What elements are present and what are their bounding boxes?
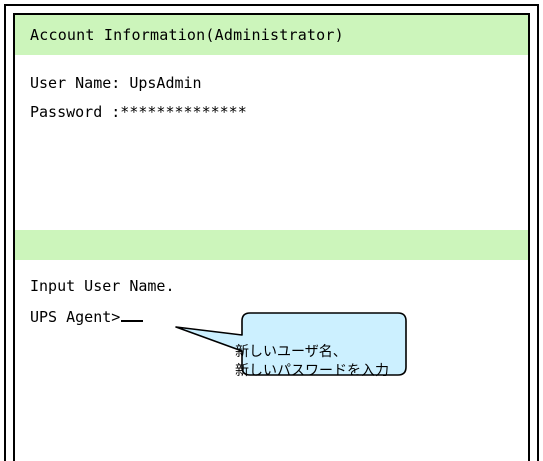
instruction-line: Input User Name. — [30, 277, 175, 295]
command-line[interactable]: UPS Agent> — [30, 306, 144, 326]
callout-line-2: 新しいパスワードを入力 — [235, 363, 389, 379]
callout-line-1: 新しいユーザ名、 — [235, 344, 347, 360]
prompt-label: UPS Agent> — [30, 308, 121, 326]
password-line: Password :************** — [30, 103, 247, 121]
text-cursor[interactable] — [121, 306, 144, 322]
divider-band — [15, 230, 528, 260]
callout-text: 新しいユーザ名、 新しいパスワードを入力 — [235, 343, 415, 381]
user-name-line: User Name: UpsAdmin — [30, 74, 202, 92]
section-title: Account Information(Administrator) — [30, 26, 344, 44]
